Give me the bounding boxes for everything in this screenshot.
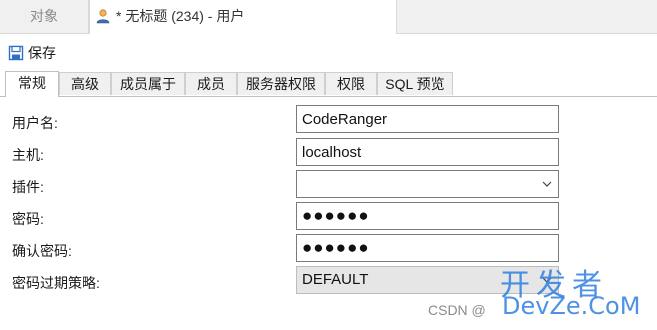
password-label: 密码: bbox=[12, 211, 44, 227]
password-input[interactable]: ●●●●●● bbox=[296, 202, 559, 230]
tab-user-editor[interactable]: * 无标题 (234) - 用户 bbox=[89, 0, 397, 34]
save-icon bbox=[8, 45, 24, 61]
tab-title: * 无标题 (234) - 用户 bbox=[116, 8, 245, 24]
tab-general[interactable]: 常规 bbox=[5, 71, 59, 97]
csdn-watermark: CSDN @ bbox=[428, 302, 486, 318]
chevron-down-icon bbox=[542, 181, 552, 187]
host-input[interactable] bbox=[296, 138, 559, 166]
tab-sql-preview[interactable]: SQL 预览 bbox=[377, 72, 453, 95]
tab-privileges[interactable]: 权限 bbox=[325, 72, 377, 95]
save-button[interactable]: 保存 bbox=[8, 43, 56, 63]
tab-server-privileges[interactable]: 服务器权限 bbox=[237, 72, 325, 95]
tab-advanced[interactable]: 高级 bbox=[59, 72, 111, 95]
tab-members[interactable]: 成员 bbox=[185, 72, 237, 95]
username-label: 用户名: bbox=[12, 115, 58, 131]
property-tab-bar: 常规 高级 成员属于 成员 服务器权限 权限 SQL 预览 bbox=[0, 71, 657, 97]
tab-member-of[interactable]: 成员属于 bbox=[111, 72, 185, 95]
confirm-password-input[interactable]: ●●●●●● bbox=[296, 234, 559, 262]
plugin-label: 插件: bbox=[12, 179, 44, 195]
user-icon bbox=[96, 9, 110, 24]
tab-objects[interactable]: 对象 bbox=[0, 0, 89, 33]
save-label: 保存 bbox=[28, 45, 56, 61]
confirm-password-label: 确认密码: bbox=[12, 243, 72, 259]
password-expire-label: 密码过期策略: bbox=[12, 275, 100, 291]
host-label: 主机: bbox=[12, 147, 44, 163]
document-tab-bar: 对象 * 无标题 (234) - 用户 bbox=[0, 0, 657, 34]
toolbar: 保存 bbox=[0, 38, 657, 66]
username-input[interactable] bbox=[296, 105, 559, 133]
site-watermark-brand: DevZe.CoM bbox=[502, 292, 641, 320]
password-expire-value: DEFAULT bbox=[302, 271, 369, 288]
plugin-select[interactable] bbox=[296, 170, 559, 198]
